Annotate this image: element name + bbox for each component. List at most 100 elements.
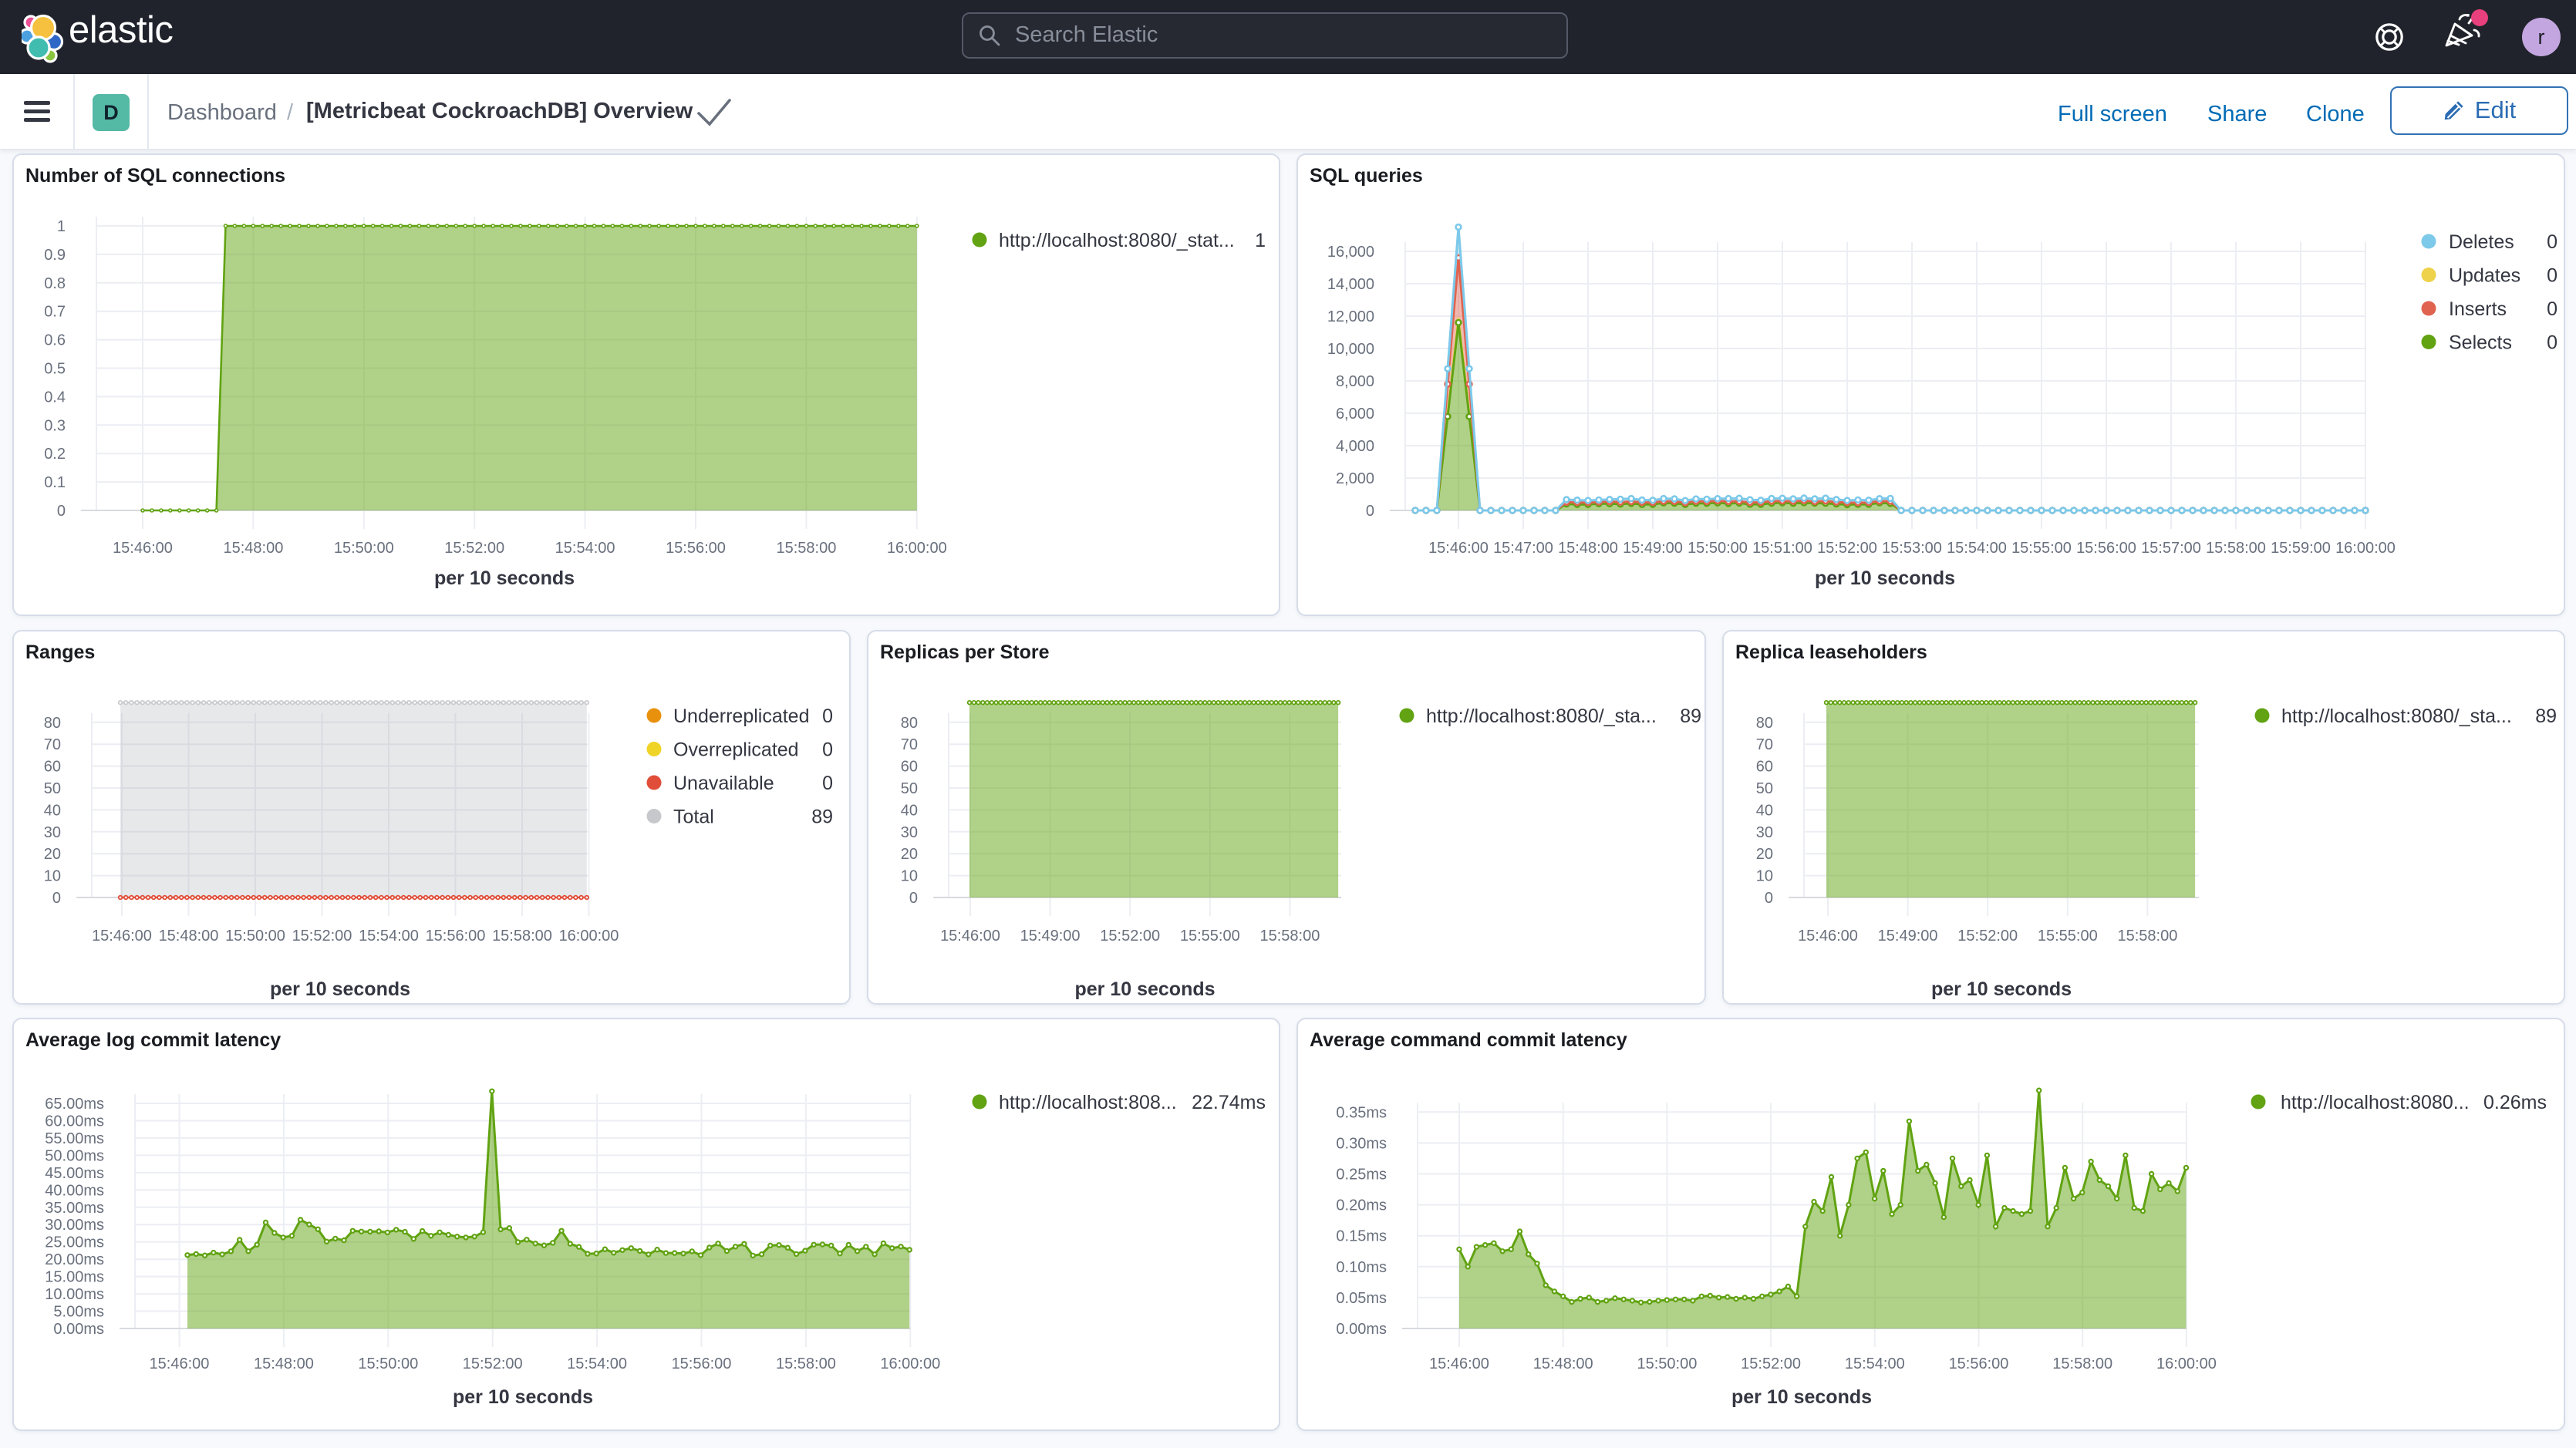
svg-text:Inserts: Inserts [2449,298,2507,320]
svg-text:http://localhost:808...: http://localhost:808... [999,1092,1177,1113]
svg-text:0.00ms: 0.00ms [1336,1321,1387,1338]
svg-text:Selects: Selects [2449,332,2512,354]
svg-text:0: 0 [2547,231,2557,253]
svg-text:15:56:00: 15:56:00 [666,540,726,557]
svg-text:15:50:00: 15:50:00 [358,1355,418,1372]
svg-text:89: 89 [811,807,833,828]
svg-text:15:54:00: 15:54:00 [1845,1355,1905,1372]
svg-text:0.05ms: 0.05ms [1336,1290,1387,1307]
svg-text:15:58:00: 15:58:00 [2117,928,2177,945]
svg-text:0: 0 [822,739,833,761]
svg-text:45.00ms: 45.00ms [45,1165,104,1182]
svg-text:30: 30 [1756,824,1773,841]
svg-text:30: 30 [44,824,61,841]
svg-text:16:00:00: 16:00:00 [887,540,947,557]
svg-text:0.1: 0.1 [44,474,66,491]
svg-text:12,000: 12,000 [1327,308,1374,325]
svg-text:per 10 seconds: per 10 seconds [1931,978,2072,1000]
svg-text:50: 50 [901,780,918,797]
svg-text:2,000: 2,000 [1336,470,1374,487]
svg-text:50.00ms: 50.00ms [45,1147,104,1164]
svg-text:30.00ms: 30.00ms [45,1217,104,1234]
svg-text:15:54:00: 15:54:00 [1947,540,2007,557]
svg-text:25.00ms: 25.00ms [45,1234,104,1251]
svg-text:20: 20 [44,846,61,863]
svg-text:0.2: 0.2 [44,446,66,463]
svg-text:0.5: 0.5 [44,361,66,378]
svg-text:0.30ms: 0.30ms [1336,1135,1387,1152]
svg-text:10: 10 [44,868,61,885]
svg-text:per 10 seconds: per 10 seconds [453,1386,593,1408]
svg-text:40: 40 [901,802,918,819]
svg-text:0: 0 [2547,265,2557,287]
svg-text:60.00ms: 60.00ms [45,1113,104,1130]
svg-text:0.10ms: 0.10ms [1336,1259,1387,1276]
svg-text:Deletes: Deletes [2449,231,2514,253]
svg-text:0.00ms: 0.00ms [53,1321,104,1338]
svg-text:15:46:00: 15:46:00 [92,928,152,945]
svg-text:15:56:00: 15:56:00 [1949,1355,2009,1372]
svg-text:8,000: 8,000 [1336,373,1374,390]
svg-text:50: 50 [1756,780,1773,797]
svg-text:15:53:00: 15:53:00 [1882,540,1942,557]
svg-text:http://localhost:8080/_stat...: http://localhost:8080/_stat... [999,230,1235,251]
svg-text:14,000: 14,000 [1327,276,1374,293]
svg-text:0.20ms: 0.20ms [1336,1197,1387,1214]
svg-text:89: 89 [1680,705,1701,727]
svg-text:40.00ms: 40.00ms [45,1182,104,1199]
svg-text:15:58:00: 15:58:00 [776,540,836,557]
svg-text:50: 50 [44,780,61,797]
svg-text:15:52:00: 15:52:00 [463,1355,523,1372]
svg-text:15:56:00: 15:56:00 [672,1355,732,1372]
svg-text:15:46:00: 15:46:00 [940,928,1000,945]
svg-text:http://localhost:8080...: http://localhost:8080... [2281,1092,2470,1113]
svg-text:20: 20 [1756,846,1773,863]
svg-text:22.74ms: 22.74ms [1192,1092,1266,1113]
svg-text:15:46:00: 15:46:00 [1428,540,1489,557]
svg-text:20.00ms: 20.00ms [45,1251,104,1268]
svg-text:15:50:00: 15:50:00 [1637,1355,1697,1372]
svg-text:0: 0 [57,503,66,520]
svg-text:15:46:00: 15:46:00 [1798,928,1858,945]
svg-text:per 10 seconds: per 10 seconds [434,567,575,589]
svg-text:0.35ms: 0.35ms [1336,1104,1387,1121]
svg-text:15:52:00: 15:52:00 [444,540,504,557]
svg-text:15:51:00: 15:51:00 [1752,540,1812,557]
svg-text:15:54:00: 15:54:00 [555,540,615,557]
svg-text:15:46:00: 15:46:00 [150,1355,210,1372]
svg-text:40: 40 [44,802,61,819]
svg-text:http://localhost:8080/_sta...: http://localhost:8080/_sta... [2281,705,2512,727]
svg-text:55.00ms: 55.00ms [45,1130,104,1147]
svg-text:15:56:00: 15:56:00 [426,928,486,945]
svg-text:15:52:00: 15:52:00 [1817,540,1877,557]
svg-text:0: 0 [822,705,833,727]
svg-text:15:46:00: 15:46:00 [1429,1355,1489,1372]
svg-text:10: 10 [901,868,918,885]
svg-text:15:58:00: 15:58:00 [2052,1355,2112,1372]
svg-text:15:55:00: 15:55:00 [2011,540,2072,557]
svg-text:per 10 seconds: per 10 seconds [1731,1386,1872,1408]
svg-text:20: 20 [901,846,918,863]
svg-text:70: 70 [44,736,61,753]
svg-text:10: 10 [1756,868,1773,885]
svg-text:15:48:00: 15:48:00 [254,1355,314,1372]
svg-text:15:48:00: 15:48:00 [1533,1355,1593,1372]
svg-text:15:54:00: 15:54:00 [359,928,419,945]
svg-text:0.7: 0.7 [44,304,66,321]
svg-text:15:58:00: 15:58:00 [492,928,552,945]
svg-text:16:00:00: 16:00:00 [2156,1355,2217,1372]
svg-text:0: 0 [909,890,918,907]
svg-text:16:00:00: 16:00:00 [880,1355,940,1372]
svg-text:0.9: 0.9 [44,247,66,264]
svg-text:35.00ms: 35.00ms [45,1200,104,1217]
svg-text:15:57:00: 15:57:00 [2141,540,2201,557]
svg-text:16:00:00: 16:00:00 [2335,540,2396,557]
svg-text:Overreplicated: Overreplicated [673,739,799,761]
svg-text:15:59:00: 15:59:00 [2271,540,2331,557]
svg-text:per 10 seconds: per 10 seconds [1074,978,1215,1000]
svg-text:15:52:00: 15:52:00 [1957,928,2018,945]
svg-text:0: 0 [1765,890,1773,907]
svg-text:89: 89 [2535,705,2557,727]
svg-text:15:50:00: 15:50:00 [334,540,394,557]
svg-text:70: 70 [901,736,918,753]
